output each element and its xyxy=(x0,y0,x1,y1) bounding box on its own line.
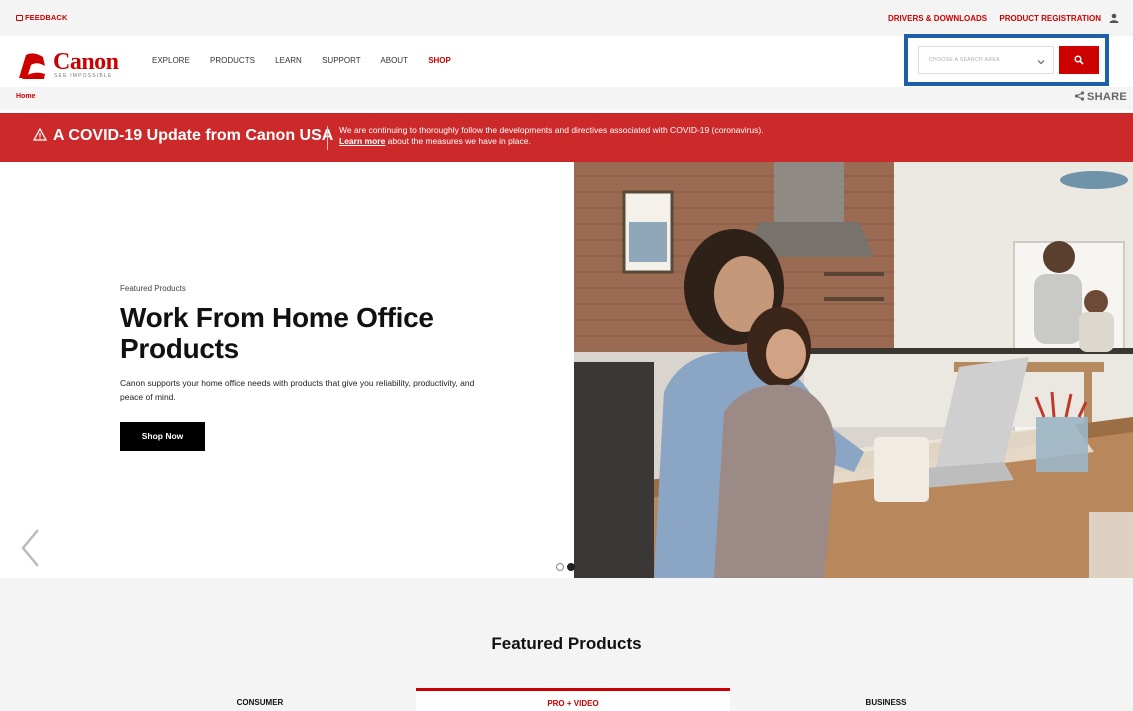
hero-eyebrow: Featured Products xyxy=(120,284,186,293)
carousel-dot-2[interactable] xyxy=(567,563,575,571)
hero-carousel: Featured Products Work From Home Office … xyxy=(0,162,1133,578)
covid-banner-title: A COVID-19 Update from Canon USA xyxy=(33,127,333,145)
learn-more-link[interactable]: Learn more xyxy=(339,136,385,146)
shop-now-button[interactable]: Shop Now xyxy=(120,422,205,451)
tab-business[interactable]: BUSINESS xyxy=(806,698,966,707)
chevron-down-icon xyxy=(1037,60,1045,65)
nav-explore[interactable]: EXPLORE xyxy=(152,56,190,65)
canon-logo-icon xyxy=(19,53,45,79)
search-area-placeholder: CHOOSE A SEARCH AREA xyxy=(929,57,1000,63)
utility-bar: FEEDBACK DRIVERS & DOWNLOADS PRODUCT REG… xyxy=(0,0,1133,36)
utility-links: DRIVERS & DOWNLOADS PRODUCT REGISTRATION xyxy=(878,14,1101,23)
hero-description: Canon supports your home office needs wi… xyxy=(120,378,475,402)
tab-consumer[interactable]: CONSUMER xyxy=(180,698,340,707)
feedback-icon xyxy=(16,15,23,21)
warning-icon xyxy=(33,128,47,141)
nav-about[interactable]: ABOUT xyxy=(380,56,408,65)
share-button[interactable]: SHARE xyxy=(1074,91,1127,103)
carousel-dot-1[interactable] xyxy=(556,563,564,571)
nav-learn[interactable]: LEARN xyxy=(275,56,302,65)
share-label: SHARE xyxy=(1086,91,1127,103)
tab-pro-video[interactable]: PRO + VIDEO xyxy=(416,688,730,711)
user-icon[interactable] xyxy=(1109,13,1119,23)
feedback-label: FEEDBACK xyxy=(25,13,68,22)
covid-message-line2-rest: about the measures we have in place. xyxy=(385,135,531,146)
drivers-downloads-link[interactable]: DRIVERS & DOWNLOADS xyxy=(888,14,987,23)
hero-text-panel: Featured Products Work From Home Office … xyxy=(0,162,574,578)
covid-divider xyxy=(327,126,328,150)
featured-products-title: Featured Products xyxy=(491,634,642,653)
main-nav: EXPLORE PRODUCTS LEARN SUPPORT ABOUT SHO… xyxy=(152,56,469,65)
hero-title: Work From Home Office Products xyxy=(120,302,434,364)
feedback-link[interactable]: FEEDBACK xyxy=(16,13,67,22)
covid-message-line1: We are continuing to thoroughly follow t… xyxy=(339,125,764,135)
search-button[interactable] xyxy=(1059,46,1099,74)
search-area-dropdown[interactable]: CHOOSE A SEARCH AREA xyxy=(918,46,1054,74)
canon-logo[interactable]: Canon SEE IMPOSSIBLE xyxy=(17,49,127,82)
breadcrumb-home[interactable]: Home xyxy=(16,93,35,100)
covid-banner: A COVID-19 Update from Canon USA We are … xyxy=(0,113,1133,162)
nav-products[interactable]: PRODUCTS xyxy=(210,56,255,65)
covid-message-line2: Learn more about the measures we have in… xyxy=(339,136,764,147)
covid-message: We are continuing to thoroughly follow t… xyxy=(339,125,764,146)
share-icon xyxy=(1074,91,1085,101)
nav-support[interactable]: SUPPORT xyxy=(322,56,361,65)
covid-title-text: A COVID-19 Update from Canon USA xyxy=(53,127,334,144)
featured-products-section: Featured Products CONSUMER PRO + VIDEO B… xyxy=(0,578,1133,711)
logo-tagline: SEE IMPOSSIBLE xyxy=(54,73,113,79)
logo-wordmark: Canon xyxy=(53,49,119,75)
breadcrumb-bar: Home SHARE xyxy=(0,87,1133,110)
carousel-prev-arrow-icon[interactable] xyxy=(20,528,42,568)
nav-shop[interactable]: SHOP xyxy=(428,56,451,65)
search-icon xyxy=(1074,55,1084,65)
product-registration-link[interactable]: PRODUCT REGISTRATION xyxy=(999,14,1101,23)
hero-photo-home-office xyxy=(574,162,1133,578)
